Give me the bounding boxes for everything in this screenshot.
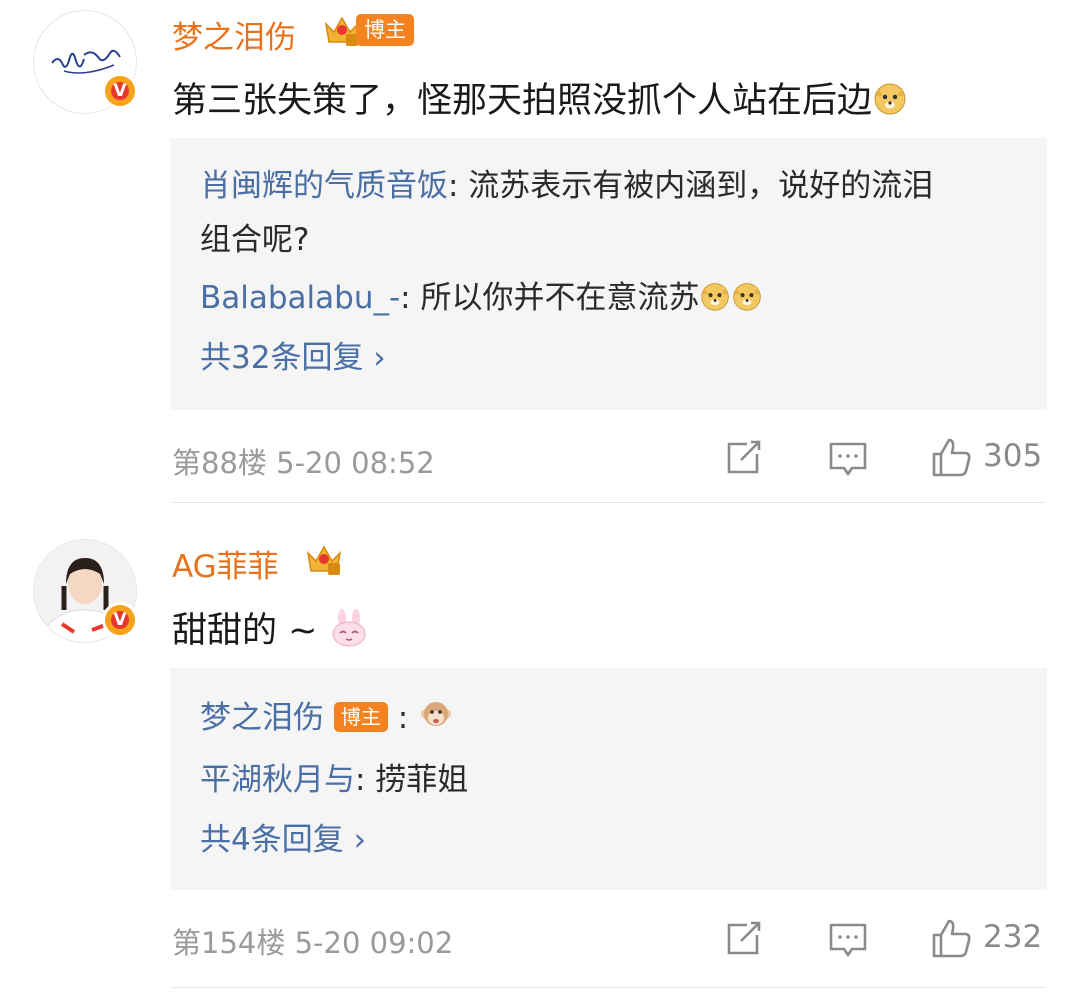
reply-text: : [387, 700, 409, 736]
comment-item: V AG菲菲 甜甜的 ~ 梦之泪伤 博主 : 平湖秋月与: 捞菲姐 共4条回复 … [0, 503, 1080, 997]
reply-text-continued: 组合呢? [200, 220, 309, 260]
doge-emoji-icon [874, 83, 906, 115]
comment-actions: 305 [721, 436, 1046, 480]
like-count: 305 [983, 438, 1043, 474]
like-count: 232 [983, 919, 1043, 955]
rabbit-emoji-icon [332, 609, 366, 647]
reply-author[interactable]: 梦之泪伤 [200, 700, 324, 736]
reply-item: Balabalabu_-: 所以你并不在意流苏 [200, 278, 763, 318]
reply-text: : 捞菲姐 [355, 762, 469, 798]
monkey-emoji-icon [421, 702, 452, 726]
view-all-replies-link[interactable]: 共32条回复 › [200, 338, 386, 378]
blogger-tag: 博主 [333, 702, 388, 732]
like-icon[interactable] [929, 917, 973, 961]
reply-author[interactable]: Balabalabu_- [200, 280, 400, 316]
author-name[interactable]: AG菲菲 [172, 541, 279, 586]
floor-number: 第154楼 [172, 926, 286, 960]
divider [172, 987, 1046, 988]
timestamp: 5-20 08:52 [276, 446, 435, 480]
reply-author[interactable]: 肖闽辉的气质音饭 [200, 168, 448, 204]
reply-item: 肖闽辉的气质音饭: 流苏表示有被内涵到，说好的流泪 [200, 166, 933, 206]
reply-box[interactable]: 肖闽辉的气质音饭: 流苏表示有被内涵到，说好的流泪 组合呢? Balabalab… [170, 138, 1047, 410]
verified-badge-icon: V [102, 73, 138, 109]
comment-icon[interactable] [826, 436, 870, 480]
blogger-tag: 博主 [356, 14, 414, 46]
doge-emoji-icon [701, 283, 730, 311]
reply-text: : 流苏表示有被内涵到，说好的流泪 [448, 168, 934, 204]
reply-item: 平湖秋月与: 捞菲姐 [200, 760, 468, 800]
comment-text: 第三张失策了，怪那天拍照没抓个人站在后边 [172, 72, 908, 123]
doge-emoji-icon [733, 283, 762, 311]
author-name[interactable]: 梦之泪伤 [172, 12, 296, 57]
reply-item: 梦之泪伤 博主 : [200, 696, 454, 738]
comment-item: V 梦之泪伤 博主 第三张失策了，怪那天拍照没抓个人站在后边 肖闽辉的气质音饭:… [0, 0, 1080, 503]
comment-meta: 第88楼 5-20 08:52 [172, 440, 435, 482]
repost-icon[interactable] [721, 436, 765, 480]
reply-text: 组合呢? [200, 222, 310, 258]
comment-icon[interactable] [826, 917, 870, 961]
reply-author[interactable]: 平湖秋月与 [200, 762, 355, 798]
like-icon[interactable] [929, 436, 973, 480]
avatar[interactable]: V [33, 539, 138, 643]
repost-icon[interactable] [721, 917, 765, 961]
comment-actions: 232 [721, 917, 1046, 961]
reply-box[interactable]: 梦之泪伤 博主 : 平湖秋月与: 捞菲姐 共4条回复 › [170, 668, 1047, 890]
verified-badge-icon: V [102, 602, 138, 638]
reply-text: : 所以你并不在意流苏 [400, 280, 700, 316]
comment-meta: 第154楼 5-20 09:02 [172, 920, 453, 962]
floor-number: 第88楼 [172, 446, 267, 480]
crown-icon [306, 545, 342, 575]
comment-text: 甜甜的 ~ [172, 602, 369, 653]
avatar[interactable]: V [33, 10, 138, 114]
view-all-replies-link[interactable]: 共4条回复 › [200, 820, 366, 860]
timestamp: 5-20 09:02 [294, 926, 454, 960]
